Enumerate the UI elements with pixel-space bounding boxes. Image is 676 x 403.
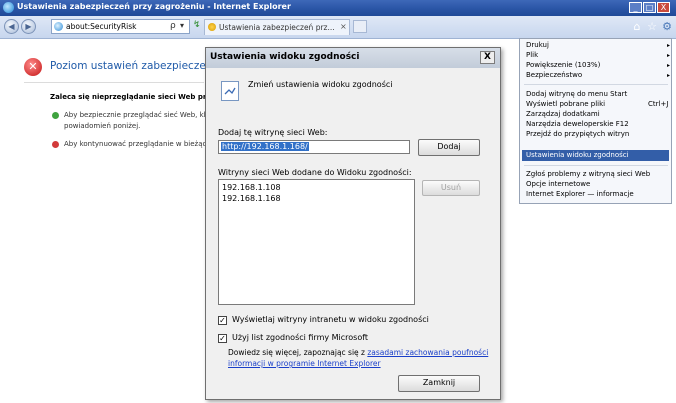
- red-shield-icon: [52, 141, 59, 148]
- tools-menu: Drukuj ▸ Plik ▸ Powiększenie (103%) ▸ Be…: [519, 38, 672, 204]
- add-site-input[interactable]: http://192.168.1.168/: [218, 140, 410, 154]
- ie-logo-icon: [3, 2, 14, 13]
- privacy-info-prefix: Dowiedz się więcej, zapoznając się z: [228, 348, 368, 357]
- menu-item-compat-view[interactable]: Ustawienia widoku zgodności: [526, 151, 629, 159]
- refresh-icon[interactable]: ↯: [193, 20, 201, 30]
- compat-view-icon: [221, 81, 239, 101]
- intranet-checkbox[interactable]: ✓: [218, 316, 227, 325]
- close-button[interactable]: X: [657, 2, 670, 13]
- minimize-button[interactable]: _: [629, 2, 642, 13]
- gear-icon[interactable]: ⚙: [660, 20, 674, 34]
- forward-button[interactable]: ▶: [21, 19, 36, 34]
- site-list-label: Witryny sieci Web dodane do Widoku zgodn…: [218, 168, 412, 177]
- address-text: about:SecurityRisk: [66, 22, 137, 31]
- submenu-arrow-icon: ▸: [667, 62, 671, 69]
- menu-shortcut: Ctrl+J: [648, 100, 669, 108]
- add-site-value: http://192.168.1.168/: [221, 142, 309, 151]
- submenu-arrow-icon: ▸: [667, 52, 671, 59]
- dialog-close-action-button[interactable]: Zamknij: [398, 375, 480, 392]
- submenu-arrow-icon: ▸: [667, 42, 671, 49]
- tab-page-icon: [208, 23, 216, 31]
- tab-label: Ustawienia zabezpieczeń prz...: [219, 23, 335, 32]
- menu-item-report-problems[interactable]: Zgłoś problemy z witryną sieci Web: [526, 170, 650, 178]
- menu-item-safety[interactable]: Bezpieczeństwo: [526, 71, 582, 79]
- bullet-2-line1: Aby kontynuować przeglądanie w bieżącym: [64, 140, 218, 148]
- privacy-link[interactable]: zasadami zachowania poufności: [367, 348, 488, 357]
- menu-item-devtools[interactable]: Narzędzia deweloperskie F12: [526, 120, 629, 128]
- dialog-title: Ustawienia widoku zgodności: [210, 52, 360, 62]
- dialog-close-button[interactable]: X: [480, 51, 495, 64]
- remove-button[interactable]: Usuń: [422, 180, 480, 196]
- add-site-label: Dodaj tę witrynę sieci Web:: [218, 128, 328, 137]
- compat-view-dialog: Ustawienia widoku zgodności X Zmień usta…: [205, 47, 501, 400]
- bullet-1-line1: Aby bezpiecznie przeglądać sieć Web, kli…: [64, 111, 212, 119]
- ms-list-checkbox[interactable]: ✓: [218, 334, 227, 343]
- ms-list-checkbox-label: Użyj list zgodności firmy Microsoft: [232, 333, 369, 342]
- tab-close-icon[interactable]: ×: [340, 22, 347, 31]
- search-icon[interactable]: ρ: [170, 21, 176, 31]
- menu-item-pinned-sites[interactable]: Przejdź do przypiętych witryn: [526, 130, 629, 138]
- browser-toolbar: ◀ ▶ about:SecurityRisk ρ ▾ ↯ Ustawienia …: [0, 16, 676, 39]
- menu-item-file[interactable]: Plik: [526, 51, 538, 59]
- menu-item-internet-options[interactable]: Opcje internetowe: [526, 180, 590, 188]
- menu-item-add-to-start[interactable]: Dodaj witrynę do menu Start: [526, 90, 627, 98]
- back-button[interactable]: ◀: [4, 19, 19, 34]
- menu-item-downloads[interactable]: Wyświetl pobrane pliki: [526, 100, 605, 108]
- maximize-button[interactable]: □: [643, 2, 656, 13]
- list-item[interactable]: 192.168.1.108: [222, 183, 281, 192]
- submenu-arrow-icon: ▸: [667, 72, 671, 79]
- tab-security-settings[interactable]: Ustawienia zabezpieczeń prz... ×: [204, 19, 350, 35]
- shield-warning-icon: ✕: [24, 58, 42, 76]
- menu-separator: [524, 84, 668, 85]
- page-divider: [24, 82, 204, 83]
- privacy-info-line1: Dowiedz się więcej, zapoznając się z zas…: [228, 348, 488, 357]
- menu-item-addons[interactable]: Zarządzaj dodatkami: [526, 110, 600, 118]
- menu-separator: [524, 165, 668, 166]
- green-shield-icon: [52, 112, 59, 119]
- home-icon[interactable]: ⌂: [630, 20, 644, 34]
- window-title: Ustawienia zabezpieczeń przy zagrożeniu …: [17, 2, 291, 11]
- page-icon: [54, 22, 63, 31]
- dialog-title-bar: Ustawienia widoku zgodności X: [206, 48, 500, 68]
- dialog-heading: Zmień ustawienia widoku zgodności: [248, 80, 393, 89]
- list-item[interactable]: 192.168.1.168: [222, 194, 281, 203]
- privacy-link-continued[interactable]: informacji w programie Internet Explorer: [228, 359, 381, 368]
- title-bar: Ustawienia zabezpieczeń przy zagrożeniu …: [0, 0, 676, 16]
- site-list[interactable]: 192.168.1.108 192.168.1.168: [218, 179, 415, 305]
- add-button[interactable]: Dodaj: [418, 139, 480, 156]
- page-recommendation: Zaleca się nieprzeglądanie sieci Web prz…: [50, 93, 225, 101]
- menu-item-zoom[interactable]: Powiększenie (103%): [526, 61, 600, 69]
- intranet-checkbox-label: Wyświetlaj witryny intranetu w widoku zg…: [232, 315, 429, 324]
- bullet-1-line2: powiadomień poniżej.: [64, 122, 141, 130]
- menu-item-print[interactable]: Drukuj: [526, 41, 549, 49]
- address-bar[interactable]: about:SecurityRisk ρ ▾: [51, 19, 190, 34]
- address-dropdown-icon[interactable]: ▾: [180, 21, 184, 30]
- menu-item-about-ie[interactable]: Internet Explorer — informacje: [526, 190, 634, 198]
- new-tab-button[interactable]: [353, 20, 367, 33]
- star-icon[interactable]: ☆: [645, 20, 659, 34]
